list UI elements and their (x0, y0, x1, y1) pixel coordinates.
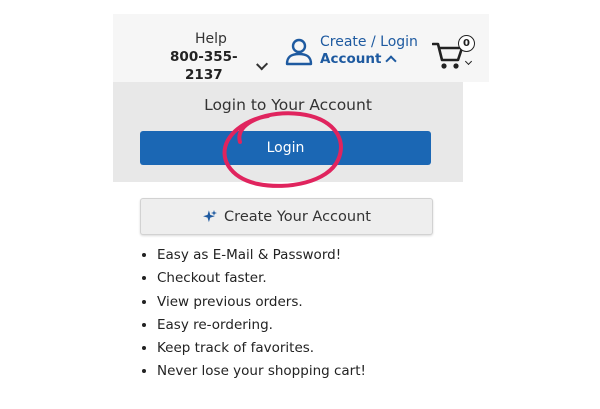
login-panel: Login to Your Account Login (113, 82, 463, 182)
account-menu[interactable]: Create / Login Account (284, 34, 418, 68)
list-item: View previous orders. (157, 291, 366, 314)
create-account-label: Create Your Account (224, 208, 371, 225)
account-create-login-label: Create / Login (320, 34, 418, 50)
list-item: Keep track of favorites. (157, 337, 366, 360)
login-title: Login to Your Account (204, 96, 372, 114)
list-item: Easy as E-Mail & Password! (157, 244, 366, 267)
login-button[interactable]: Login (140, 131, 431, 165)
create-account-button[interactable]: Create Your Account (140, 198, 433, 235)
account-label: Account (320, 51, 382, 67)
sparkle-icon (203, 209, 218, 222)
cart-count-badge: 0 (458, 35, 475, 52)
chevron-down-icon (255, 57, 268, 71)
list-item: Never lose your shopping cart! (157, 360, 366, 383)
help-label: Help (195, 31, 227, 47)
list-item: Easy re-ordering. (157, 314, 366, 337)
site-header: Help 800-355-2137 Create / Login Account (113, 14, 489, 84)
cart-button[interactable]: 0 (432, 34, 478, 74)
page: Help 800-355-2137 Create / Login Account (0, 0, 600, 409)
user-icon (285, 38, 313, 66)
benefits-list: Easy as E-Mail & Password! Checkout fast… (140, 244, 366, 384)
account-label-row: Account (320, 51, 418, 68)
cart-chevron-down-icon (464, 57, 473, 66)
account-text: Create / Login Account (320, 34, 418, 68)
help-phone-row[interactable]: 800-355-2137 (156, 48, 268, 84)
chevron-up-icon (385, 55, 398, 67)
help-dropdown[interactable]: Help 800-355-2137 (156, 30, 268, 84)
help-phone: 800-355-2137 (170, 49, 238, 83)
list-item: Checkout faster. (157, 267, 366, 290)
